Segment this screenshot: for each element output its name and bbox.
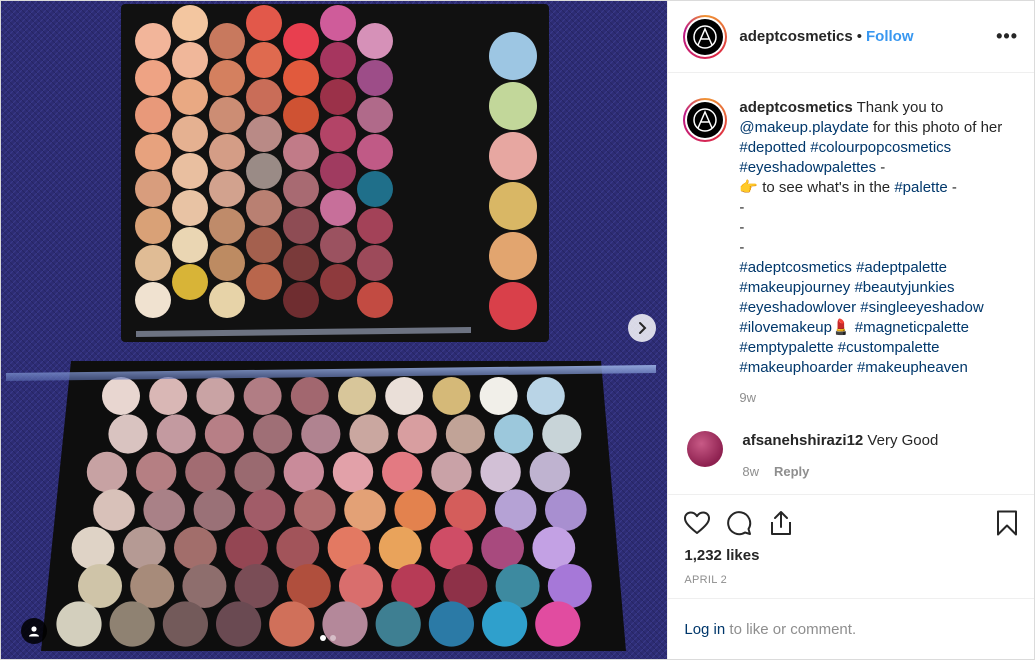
follow-button[interactable]: Follow <box>866 28 914 45</box>
share-upload-icon <box>771 511 792 535</box>
post-photo[interactable] <box>1 1 668 659</box>
post-sidebar: adeptcosmetics • Follow ••• adeptcosmeti… <box>667 1 1035 659</box>
user-icon <box>29 626 39 637</box>
hashtag-link[interactable]: #makeuphoarder <box>739 359 852 376</box>
header-username[interactable]: adeptcosmetics <box>739 28 852 45</box>
reply-button[interactable]: Reply <box>774 464 809 479</box>
more-options-icon[interactable]: ••• <box>996 26 1018 47</box>
comment-actions: 8w Reply <box>742 464 938 479</box>
likes-count[interactable]: 1,232 likes <box>684 547 1018 564</box>
login-prompt-text: to like or comment. <box>725 621 857 638</box>
separator-dot: • <box>856 28 863 45</box>
hashtag-link[interactable]: #eyeshadowlover <box>739 299 856 316</box>
hashtag-link[interactable]: #beautyjunkies <box>854 279 954 296</box>
palette-photo-image <box>1 1 668 659</box>
hashtag-link[interactable]: #custompalette <box>838 339 940 356</box>
comment-timestamp[interactable]: 8w <box>742 464 759 479</box>
adept-logo-icon <box>693 24 718 49</box>
hashtag-link[interactable]: #eyeshadowpalettes <box>739 159 876 176</box>
comment-item: afsanehshirazi12 Very Good 8w Reply <box>683 431 1018 479</box>
like-button[interactable] <box>684 511 711 535</box>
hashtag-link[interactable]: #depotted <box>739 139 806 156</box>
caption-text: adeptcosmetics Thank you to @makeup.play… <box>739 98 1021 378</box>
adept-logo-icon <box>693 108 718 132</box>
hashtag-link[interactable]: #makeupheaven <box>857 359 968 376</box>
chevron-right-icon <box>639 322 647 334</box>
carousel-next-button[interactable] <box>628 314 656 342</box>
bookmark-icon <box>997 510 1018 536</box>
caption-dash: - <box>739 199 745 216</box>
share-button[interactable] <box>768 510 794 536</box>
hashtag-link[interactable]: #colourpopcosmetics <box>810 139 951 156</box>
carousel-indicator <box>320 635 336 641</box>
caption-username[interactable]: adeptcosmetics <box>739 99 852 116</box>
caption-fragment: - <box>947 179 957 196</box>
action-icons <box>684 505 1018 541</box>
instagram-post: adeptcosmetics • Follow ••• adeptcosmeti… <box>0 0 1035 660</box>
comments-section[interactable]: adeptcosmetics Thank you to @makeup.play… <box>668 74 1034 494</box>
caption: adeptcosmetics Thank you to @makeup.play… <box>683 98 1018 405</box>
login-prompt: Log in to like or comment. <box>668 598 1035 659</box>
caption-dash: - <box>739 219 745 236</box>
caption-avatar[interactable] <box>683 98 728 142</box>
caption-fragment: to see what's in the <box>758 179 895 196</box>
save-button[interactable] <box>996 510 1018 536</box>
heart-icon <box>684 511 711 534</box>
caption-timestamp[interactable]: 9w <box>739 390 1021 405</box>
post-actions: 1,232 likes APRIL 2 <box>668 494 1035 586</box>
comment-body: Very Good <box>863 432 939 449</box>
carousel-dot <box>330 635 336 641</box>
profile-avatar[interactable] <box>683 14 728 59</box>
caption-fragment: for this photo of her <box>868 119 1003 136</box>
hashtag-link[interactable]: #palette <box>894 179 947 196</box>
hashtag-link[interactable]: #magneticpalette <box>855 319 969 336</box>
caption-dash: - <box>739 239 745 256</box>
caption-fragment: - <box>876 159 886 176</box>
tagged-users-button[interactable] <box>21 618 47 644</box>
commenter-username[interactable]: afsanehshirazi12 <box>742 432 863 449</box>
hashtag-link[interactable]: #emptypalette <box>739 339 833 356</box>
post-header: adeptcosmetics • Follow ••• <box>668 1 1034 73</box>
lipstick-emoji: 💄 <box>831 319 851 336</box>
commenter-avatar[interactable] <box>687 431 724 467</box>
carousel-dot-active <box>320 635 326 641</box>
mention-link[interactable]: @makeup.playdate <box>739 119 868 136</box>
hashtag-link[interactable]: #adeptpalette <box>856 259 947 276</box>
hashtag-link[interactable]: #ilovemakeup <box>739 319 832 336</box>
comment-button[interactable] <box>726 510 752 536</box>
hashtag-link[interactable]: #makeupjourney <box>739 279 850 296</box>
post-date[interactable]: APRIL 2 <box>684 574 1018 586</box>
hashtag-link[interactable]: #singleeyeshadow <box>860 299 983 316</box>
comment-text: afsanehshirazi12 Very Good <box>742 431 938 451</box>
login-link[interactable]: Log in <box>684 621 725 638</box>
pointing-hand-emoji: 👉 <box>739 179 759 196</box>
hashtag-link[interactable]: #adeptcosmetics <box>739 259 852 276</box>
speech-bubble-icon <box>727 511 752 536</box>
caption-fragment: Thank you to <box>852 99 944 116</box>
